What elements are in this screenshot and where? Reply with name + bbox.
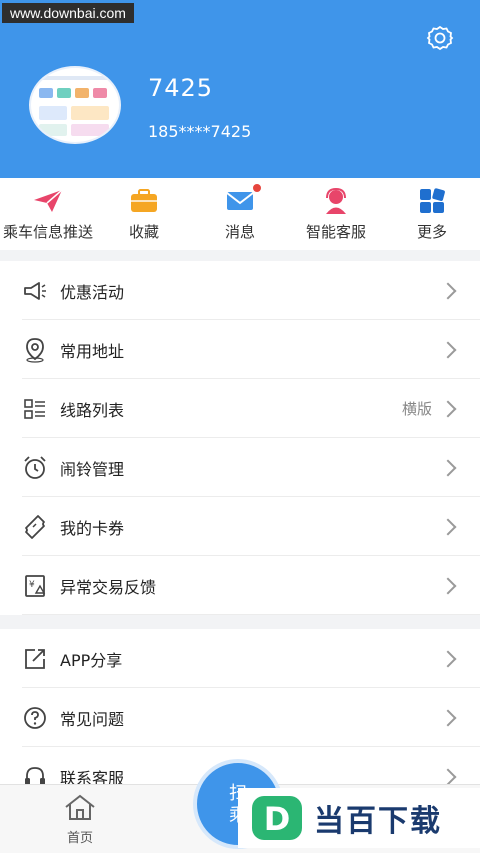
quick-action-messages[interactable]: 消息 [192, 178, 288, 250]
menu-item-label: 异常交易反馈 [60, 577, 157, 597]
chevron-right-icon [439, 459, 457, 476]
menu-item-alarms[interactable]: 闹铃管理 [0, 438, 480, 497]
chevron-right-icon [439, 768, 457, 785]
chevron-right-icon [439, 400, 457, 417]
username: 7425 [148, 74, 214, 102]
envelope-icon [226, 192, 254, 210]
quick-action-label: 消息 [224, 223, 255, 241]
profile-header: 7425 185****7425 [0, 0, 480, 178]
brand-logo-letter: D [264, 800, 291, 838]
menu-item-transaction-feedback[interactable]: ¥ 异常交易反馈 [0, 556, 480, 615]
quick-action-more[interactable]: 更多 [384, 178, 480, 250]
layout-mode-value: 横版 [401, 400, 432, 418]
settings-gear-icon[interactable] [426, 24, 454, 52]
megaphone-icon [24, 281, 46, 300]
quick-action-ride-push[interactable]: 乘车信息推送 [0, 178, 96, 250]
chevron-right-icon [439, 282, 457, 299]
svg-text:¥: ¥ [29, 580, 35, 590]
quick-action-smart-service[interactable]: 智能客服 [288, 178, 384, 250]
menu-item-label: 闹铃管理 [60, 459, 125, 479]
location-pin-icon [26, 337, 44, 363]
menu-item-promotions[interactable]: 优惠活动 [0, 261, 480, 320]
brand-logo-icon: D [252, 796, 302, 840]
menu-item-faq[interactable]: 常见问题 [0, 688, 480, 747]
chevron-right-icon [439, 577, 457, 594]
chevron-right-icon [439, 341, 457, 358]
watermark-text: www.downbai.com [2, 3, 134, 23]
brand-text: 当百下载 [314, 804, 442, 839]
home-icon [65, 794, 95, 820]
menu-item-coupons[interactable]: 我的卡券 [0, 497, 480, 556]
menu-item-label: 我的卡券 [60, 518, 125, 538]
share-icon [25, 648, 45, 669]
menu-item-label: APP分享 [60, 650, 123, 670]
menu-item-label: 常见问题 [60, 709, 125, 729]
menu-item-label: 线路列表 [60, 400, 125, 420]
tab-home-label: 首页 [66, 831, 93, 846]
alarm-clock-icon [24, 455, 46, 479]
unread-badge [253, 184, 261, 192]
chevron-right-icon [439, 650, 457, 667]
menu-item-route-list[interactable]: 线路列表 横版 [0, 379, 480, 438]
briefcase-icon [131, 189, 157, 212]
question-icon [24, 706, 46, 729]
grid-icon [420, 188, 445, 213]
menu-item-label: 常用地址 [60, 341, 125, 361]
quick-action-label: 更多 [416, 223, 447, 241]
brand-watermark: D 当百下载 [238, 788, 480, 848]
quick-action-label: 乘车信息推送 [2, 223, 93, 241]
menu-group-main: 优惠活动 常用地址 线路列表 横版 闹铃管理 我的卡券 ¥ 异常交易反馈 [0, 261, 480, 615]
menu-item-app-share[interactable]: APP分享 [0, 629, 480, 688]
menu-item-addresses[interactable]: 常用地址 [0, 320, 480, 379]
agent-icon [326, 187, 346, 214]
quick-action-label: 收藏 [128, 223, 159, 241]
avatar[interactable] [29, 66, 121, 144]
chevron-right-icon [439, 709, 457, 726]
list-icon [24, 398, 45, 419]
quick-actions-bar: 乘车信息推送 收藏 消息 智能客服 更多 [0, 178, 480, 250]
tab-home[interactable]: 首页 [50, 793, 110, 846]
menu-item-label: 优惠活动 [60, 282, 125, 302]
feedback-icon: ¥ [25, 574, 46, 597]
quick-action-label: 智能客服 [305, 223, 366, 241]
chevron-right-icon [439, 518, 457, 535]
paper-plane-icon [34, 189, 63, 212]
phone-number: 185****7425 [148, 122, 252, 141]
quick-action-favorites[interactable]: 收藏 [96, 178, 192, 250]
ticket-icon [25, 514, 45, 539]
